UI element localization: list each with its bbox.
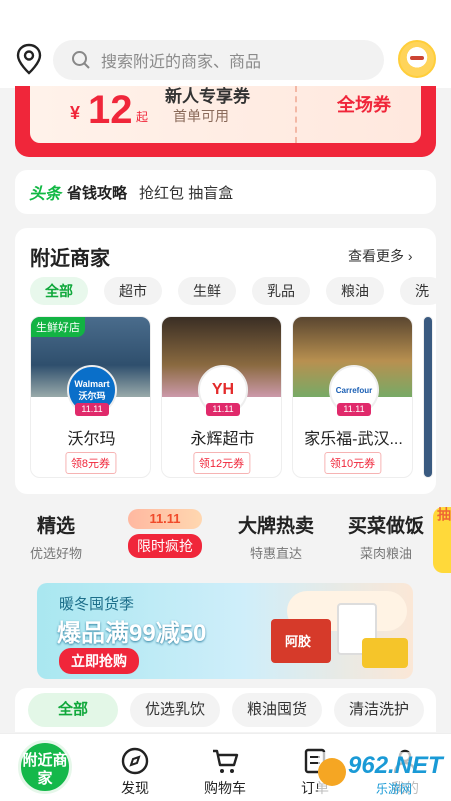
money-saving-strategy[interactable]: 头条 省钱攻略 抢红包 抽盲盒 [15, 170, 436, 214]
tab-label: 附近商家 [22, 752, 68, 787]
category-tabs: 精选 优选好物 11.11 限时疯抢 大牌热卖 特惠直达 买菜做饭 菜肉粮油 [0, 505, 451, 575]
chip-grain-oil-stock[interactable]: 粮油囤货 [232, 693, 323, 727]
store-card-yonghui[interactable]: YH 11.11 永辉超市 领12元券 [161, 316, 282, 478]
chip-fresh[interactable]: 生鲜 [178, 277, 236, 305]
watermark-brand: 962.NET [348, 752, 443, 779]
chip-dairy[interactable]: 乳品 [252, 277, 310, 305]
tab-cart[interactable]: 购物车 [195, 746, 255, 798]
search-input[interactable]: 搜索附近的商家、商品 [53, 40, 384, 80]
new-user-coupon-card: ¥ 12 起 新人专享券 首单可用 全场券 [15, 86, 436, 157]
store-card-walmart[interactable]: 生鲜好店 Walmart 沃尔玛 11.11 沃尔玛 领8元券 [30, 316, 151, 478]
store-coupon[interactable]: 领10元券 [323, 452, 382, 474]
search-icon [72, 51, 90, 69]
store-name: 家乐福-武汉... [304, 431, 403, 448]
nearby-merchants-section: 附近商家 查看更多 › 全部 超市 生鲜 乳品 粮油 洗 生鲜好店 Walmar… [15, 228, 436, 494]
tab-label: 发现 [121, 780, 149, 796]
view-more-label: 查看更多 [348, 248, 404, 264]
site-watermark: 962.NET 乐游网 [318, 752, 448, 796]
store-badge: 生鲜好店 [31, 317, 85, 337]
banner-season: 暖冬囤货季 [59, 596, 135, 613]
store-coupon[interactable]: 领12元券 [192, 452, 251, 474]
strategy-text: 抢红包 抽盲盒 [139, 184, 234, 202]
merchant-filter-chips: 全部 超市 生鲜 乳品 粮油 洗 [30, 277, 436, 305]
promo-banner[interactable]: 阿胶 暖冬囤货季 爆品满99减50 立即抢购 [37, 583, 413, 679]
promo-tag: 11.11 [75, 403, 109, 416]
store-logo-text: Carrefour [335, 385, 373, 395]
tab-selected[interactable]: 精选 优选好物 [6, 505, 106, 562]
search-placeholder: 搜索附近的商家、商品 [101, 54, 262, 71]
chip-all-products[interactable]: 全部 [28, 693, 119, 727]
store-card-carrefour[interactable]: Carrefour 11.11 家乐福-武汉... 领10元券 [292, 316, 413, 478]
top-bar: 搜索附近的商家、商品 [0, 0, 451, 88]
view-more-link[interactable]: 查看更多 › [348, 246, 413, 266]
tab-nearby-merchants[interactable]: 附近商家 [18, 740, 72, 794]
tab-discover[interactable]: 发现 [105, 746, 165, 798]
tab-brand-hot-sale[interactable]: 大牌热卖 特惠直达 [226, 505, 326, 562]
headline-tag: 头条 [29, 186, 62, 203]
chip-dairy-drinks[interactable]: 优选乳饮 [130, 693, 221, 727]
tab-title: 大牌热卖 [237, 516, 314, 537]
tab-subtitle: 限时疯抢 [128, 534, 202, 558]
strategy-label: 省钱攻略 [67, 184, 128, 202]
chip-cleaning-care[interactable]: 清洁洗护 [334, 693, 425, 727]
section-title: 附近商家 [30, 248, 110, 270]
watermark-logo-icon [318, 758, 346, 786]
chip-cleaning[interactable]: 洗 [400, 277, 436, 305]
store-card-partial[interactable] [423, 316, 433, 478]
tab-flash-sale[interactable]: 11.11 限时疯抢 [115, 505, 215, 558]
store-logo-text: Walmart 沃尔玛 [74, 378, 110, 401]
coupon-scope: 全场券 [337, 95, 391, 115]
avatar[interactable] [398, 40, 436, 78]
coupon[interactable]: ¥ 12 起 新人专享券 首单可用 全场券 [30, 86, 421, 143]
coupon-amount: 12 [88, 88, 133, 132]
tab-subtitle: 菜肉粮油 [359, 546, 412, 561]
coupon-divider [295, 86, 297, 143]
coupon-currency: ¥ [70, 103, 81, 123]
store-list: 生鲜好店 Walmart 沃尔玛 11.11 沃尔玛 领8元券 YH 11.11… [30, 316, 433, 478]
promo-tag: 11.11 [337, 403, 371, 416]
location-pin-icon[interactable] [14, 42, 44, 76]
shopping-cart-icon [213, 749, 239, 773]
store-logo-text: YH [211, 381, 235, 398]
tab-subtitle: 优选好物 [29, 546, 82, 561]
double-eleven-logo: 11.11 [128, 509, 202, 529]
chip-supermarket[interactable]: 超市 [104, 277, 162, 305]
coupon-suffix: 起 [136, 110, 149, 124]
chip-all[interactable]: 全部 [30, 277, 88, 305]
banner-headline: 爆品满99减50 [57, 620, 207, 647]
coupon-title: 新人专享券 [165, 87, 250, 106]
compass-icon [121, 747, 149, 775]
tab-title: 买菜做饭 [347, 516, 424, 537]
product-text: 阿胶 [285, 634, 312, 649]
lottery-side-tag[interactable]: 抽 [433, 507, 451, 573]
chip-grain-oil[interactable]: 粮油 [326, 277, 384, 305]
store-name: 沃尔玛 [67, 431, 116, 448]
watermark-sub: 乐游网 [376, 782, 413, 796]
tab-subtitle: 特惠直达 [249, 546, 302, 561]
tab-title: 精选 [36, 516, 75, 537]
store-coupon[interactable]: 领8元券 [64, 452, 117, 474]
gift-box-image: 阿胶 [271, 619, 331, 663]
tab-grocery-cooking[interactable]: 买菜做饭 菜肉粮油 [336, 505, 436, 562]
promo-tag: 11.11 [206, 403, 240, 416]
store-name: 永辉超市 [190, 431, 255, 448]
coupon-subtitle: 首单可用 [173, 108, 229, 124]
tab-label: 购物车 [204, 780, 246, 796]
product-filter-chips: 全部 优选乳饮 粮油囤货 清洁洗护 [28, 693, 425, 727]
snack-box-image [362, 638, 408, 668]
buy-now-button[interactable]: 立即抢购 [59, 648, 139, 674]
